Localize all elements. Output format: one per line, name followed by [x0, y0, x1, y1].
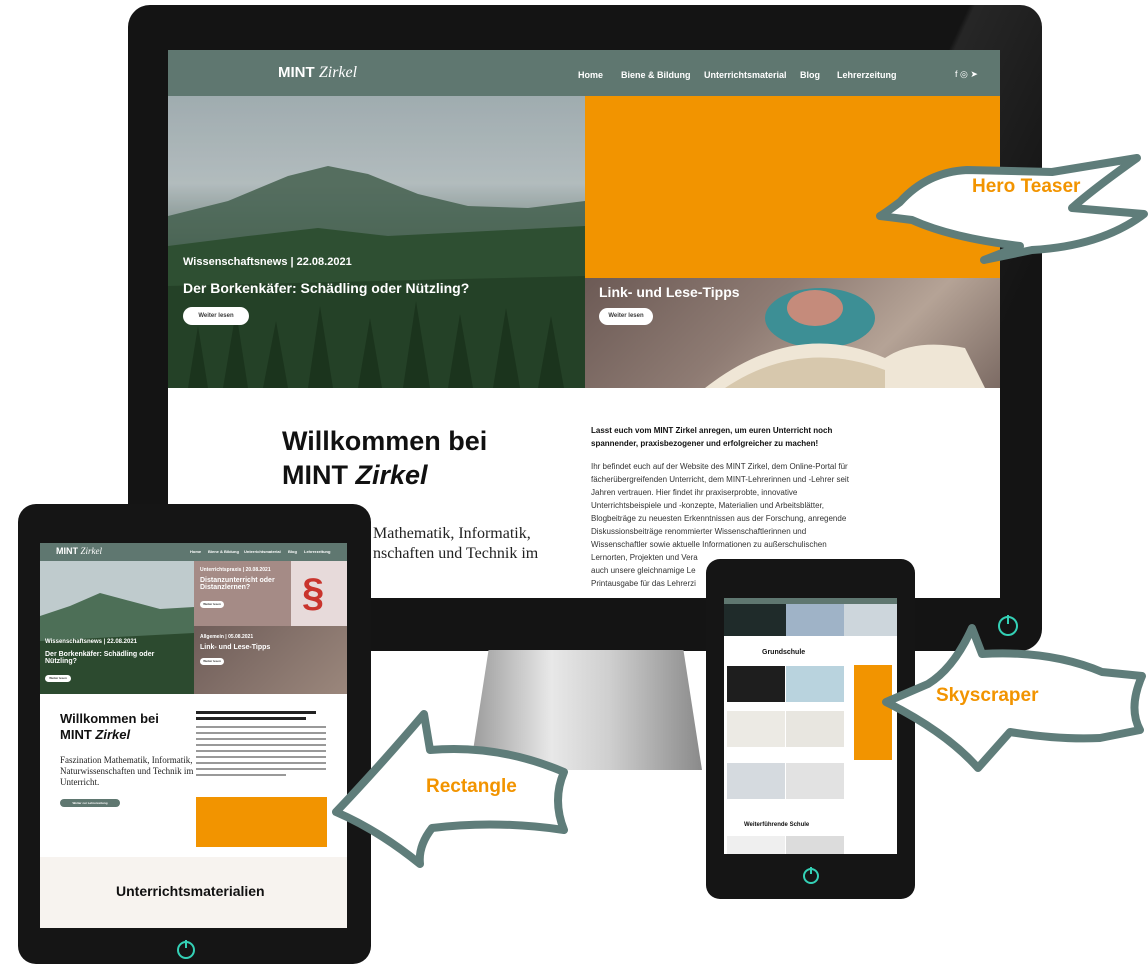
- phone-thumb[interactable]: [786, 666, 844, 702]
- phone-section-grundschule: Grundschule: [762, 649, 806, 656]
- hero-left-read-more-button[interactable]: Weiter lesen: [183, 307, 249, 325]
- hero-right-read-more-button[interactable]: Weiter lesen: [599, 308, 653, 325]
- hero-forest-image[interactable]: Wissenschaftsnews | 22.08.2021 Der Borke…: [168, 96, 585, 388]
- phone-thumb[interactable]: [727, 836, 785, 854]
- welcome-subtitle: Mathematik, Informatik, nschaften und Te…: [373, 525, 539, 562]
- tablet-welcome-heading: Willkommen bei MINT Zirkel: [60, 711, 159, 742]
- phone-hero-mid[interactable]: [786, 604, 844, 636]
- phone-thumb[interactable]: [786, 836, 844, 854]
- hero-right-title[interactable]: Link- und Lese-Tipps: [599, 284, 740, 300]
- power-icon[interactable]: [803, 867, 819, 884]
- nav-home[interactable]: Home: [578, 70, 603, 80]
- tablet-nav-lehrerzeitung[interactable]: Lehrerzeitung: [304, 549, 330, 554]
- nav-unterrichtsmaterial[interactable]: Unterrichtsmaterial: [704, 70, 787, 80]
- tablet-hero-read-more[interactable]: Weiter lesen: [45, 675, 71, 682]
- tablet-promo2-kicker: Allgemein | 05.08.2021: [200, 634, 254, 640]
- nav-biene-bildung[interactable]: Biene & Bildung: [621, 70, 691, 80]
- phone-section-weiterfuehrend: Weiterführende Schule: [744, 822, 810, 828]
- social-icons[interactable]: f ◎ ➤: [955, 69, 978, 80]
- tablet-body-text: [196, 711, 326, 780]
- tablet-nav-blog[interactable]: Blog: [288, 549, 297, 554]
- welcome-lead: Lasst euch vom MINT Zirkel anregen, um e…: [591, 426, 833, 448]
- tablet-nav-home[interactable]: Home: [190, 549, 201, 554]
- tablet-logo[interactable]: MINT Zirkel: [56, 546, 102, 556]
- hero-teaser-label: Hero Teaser: [972, 176, 1081, 197]
- phone-thumb[interactable]: [727, 666, 785, 702]
- welcome-heading: Willkommen bei MINT Zirkel: [282, 426, 488, 490]
- tablet-welcome-subtitle: Faszination Mathematik, Informatik, Natu…: [60, 755, 194, 787]
- hero-left-kicker: Wissenschaftsnews | 22.08.2021: [183, 256, 352, 268]
- nav-lehrerzeitung[interactable]: Lehrerzeitung: [837, 70, 897, 80]
- tablet-header: MINT Zirkel Home Biene & Bildung Unterri…: [40, 543, 347, 561]
- tablet-promo2-read-more[interactable]: Weiter lesen: [200, 658, 224, 665]
- tablet-promo-title[interactable]: Distanzunterricht oder Distanzlernen?: [200, 577, 288, 591]
- tablet-section-title: Unterrichtsmaterialien: [116, 883, 265, 899]
- tablet-promo-read-more[interactable]: Weiter lesen: [200, 601, 224, 608]
- rectangle-ad-slot[interactable]: [196, 797, 327, 847]
- phone-thumb[interactable]: [786, 711, 844, 747]
- site-logo[interactable]: MINT Zirkel: [278, 64, 357, 82]
- tablet-promo-kicker: Unterrichtspraxis | 20.08.2021: [200, 567, 271, 573]
- phone-hero-left[interactable]: [724, 604, 786, 636]
- phone-thumb[interactable]: [727, 763, 785, 799]
- tablet-welcome-button[interactable]: Weiter zur Lehrerzeitung: [60, 799, 120, 807]
- tablet-nav-material[interactable]: Unterrichtsmaterial: [244, 549, 281, 554]
- hero-left-title[interactable]: Der Borkenkäfer: Schädling oder Nützling…: [183, 280, 469, 296]
- site-header: MINT Zirkel Home Biene & Bildung Unterri…: [168, 50, 1000, 96]
- tablet-hero-kicker: Wissenschaftsnews | 22.08.2021: [45, 639, 138, 645]
- phone-thumb[interactable]: [727, 711, 785, 747]
- tablet-hero-title[interactable]: Der Borkenkäfer: Schädling oder Nützling…: [45, 651, 175, 665]
- phone-thumb[interactable]: [786, 763, 844, 799]
- tablet-promo2-title[interactable]: Link- und Lese-Tipps: [200, 644, 270, 651]
- rectangle-label: Rectangle: [426, 776, 517, 797]
- tablet-nav-biene[interactable]: Biene & Bildung: [208, 549, 239, 554]
- nav-blog[interactable]: Blog: [800, 70, 820, 80]
- hero-teaser-arrow: [876, 154, 1148, 264]
- hero-book-image[interactable]: Link- und Lese-Tipps Weiter lesen: [585, 278, 1000, 388]
- tablet-hero-forest[interactable]: Wissenschaftsnews | 22.08.2021 Der Borke…: [40, 561, 194, 694]
- forest-illustration: [168, 96, 585, 388]
- tablet-website-screen: MINT Zirkel Home Biene & Bildung Unterri…: [40, 543, 347, 928]
- skyscraper-label: Skyscraper: [936, 685, 1039, 706]
- tablet-promo-card[interactable]: § Unterrichtspraxis | 20.08.2021 Distanz…: [194, 561, 347, 626]
- tablet-promo2-card[interactable]: Allgemein | 05.08.2021 Link- und Lese-Ti…: [194, 626, 347, 694]
- power-icon[interactable]: [177, 940, 195, 959]
- paragraph-icon: §: [302, 571, 325, 615]
